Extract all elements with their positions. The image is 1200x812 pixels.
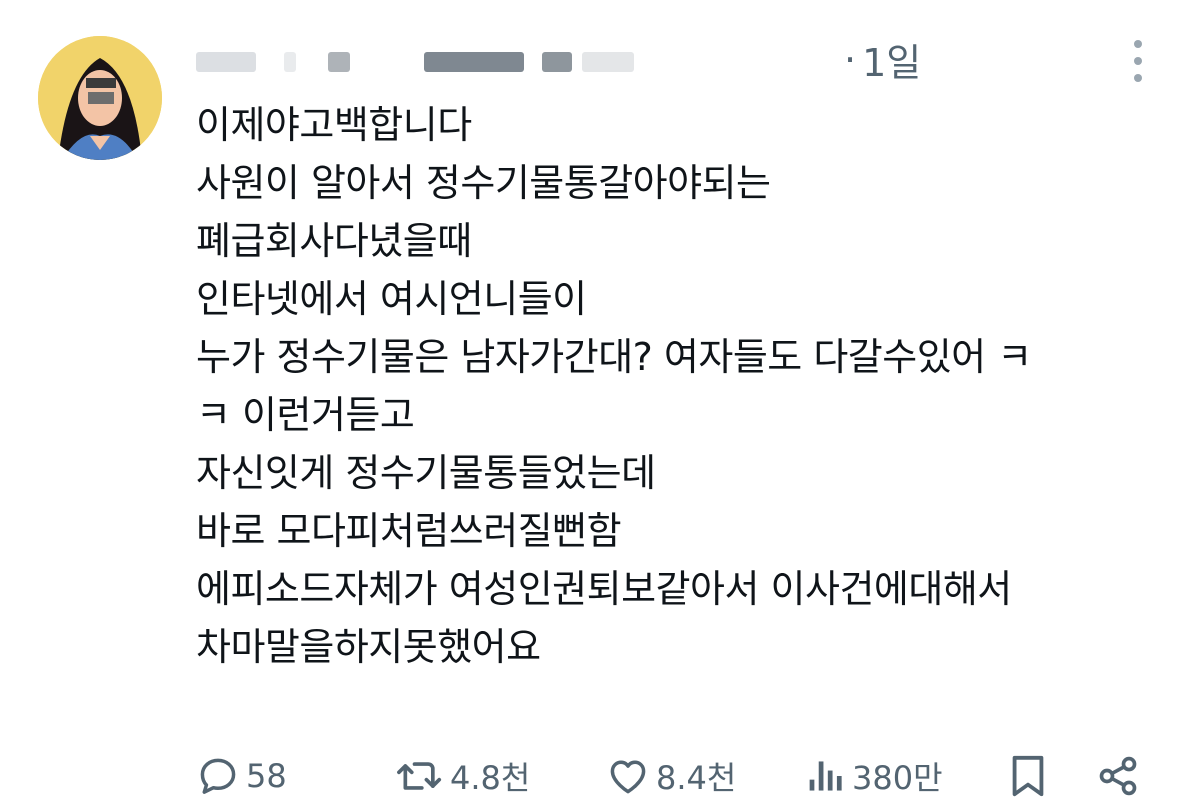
timestamp-separator: · bbox=[844, 37, 857, 82]
tweet-line: 인타넷에서 여시언니들이 bbox=[196, 277, 587, 321]
tweet-line: 차마말을하지못했어요 bbox=[196, 625, 541, 669]
reply-count: 58 bbox=[246, 757, 287, 795]
username-redacted bbox=[196, 52, 256, 72]
like-icon bbox=[610, 760, 646, 794]
action-bar: 58 4.8천 8.4천 380만 bbox=[196, 746, 1156, 806]
tweet-line: 자신잇게 정수기물통들었는데 bbox=[196, 451, 656, 495]
share-icon bbox=[1099, 756, 1137, 796]
share-button[interactable] bbox=[1096, 746, 1140, 806]
bookmark-button[interactable] bbox=[1008, 746, 1048, 806]
views-icon bbox=[809, 761, 842, 791]
tweet-line: 누가 정수기물은 남자가간대? 여자들도 다갈수있어 ㅋ bbox=[196, 335, 1032, 379]
like-count: 8.4천 bbox=[656, 759, 737, 797]
avatar[interactable] bbox=[38, 36, 162, 160]
retweet-count: 4.8천 bbox=[450, 759, 531, 797]
handle-redacted bbox=[424, 52, 524, 72]
username-redacted bbox=[284, 52, 296, 72]
tweet-line: 바로 모다피처럼쓰러질뻔함 bbox=[196, 509, 622, 553]
tweet: · 1일 이제야고백합니다 사원이 알아서 정수기물통갈아야되는 폐급회사다녔을… bbox=[0, 0, 1200, 812]
retweet-button[interactable]: 4.8천 bbox=[396, 746, 530, 806]
tweet-text: 이제야고백합니다 사원이 알아서 정수기물통갈아야되는 폐급회사다녔을때 인타넷… bbox=[196, 96, 1156, 676]
tweet-line: 이제야고백합니다 bbox=[196, 103, 472, 147]
username-redacted bbox=[328, 52, 350, 72]
reply-icon bbox=[200, 758, 236, 794]
view-count: 380만 bbox=[852, 759, 943, 797]
tweet-line: ㅋ 이런거듣고 bbox=[196, 393, 415, 437]
timestamp-text: 1일 bbox=[862, 41, 922, 85]
like-button[interactable]: 8.4천 bbox=[606, 746, 736, 806]
tweet-header: · 1일 bbox=[196, 30, 1096, 86]
avatar-image bbox=[38, 36, 162, 160]
timestamp[interactable]: · 1일 bbox=[844, 32, 921, 87]
tweet-line: 사원이 알아서 정수기물통갈아야되는 bbox=[196, 161, 771, 205]
reply-button[interactable]: 58 bbox=[196, 746, 287, 806]
views-button[interactable]: 380만 bbox=[806, 746, 943, 806]
handle-redacted bbox=[582, 52, 634, 72]
handle-redacted bbox=[542, 52, 572, 72]
more-icon[interactable] bbox=[1120, 36, 1156, 86]
retweet-icon bbox=[397, 762, 442, 790]
tweet-line: 에피소드자체가 여성인권퇴보같아서 이사건에대해서 bbox=[196, 567, 1012, 611]
tweet-line: 폐급회사다녔을때 bbox=[196, 219, 472, 263]
bookmark-icon bbox=[1012, 755, 1044, 797]
